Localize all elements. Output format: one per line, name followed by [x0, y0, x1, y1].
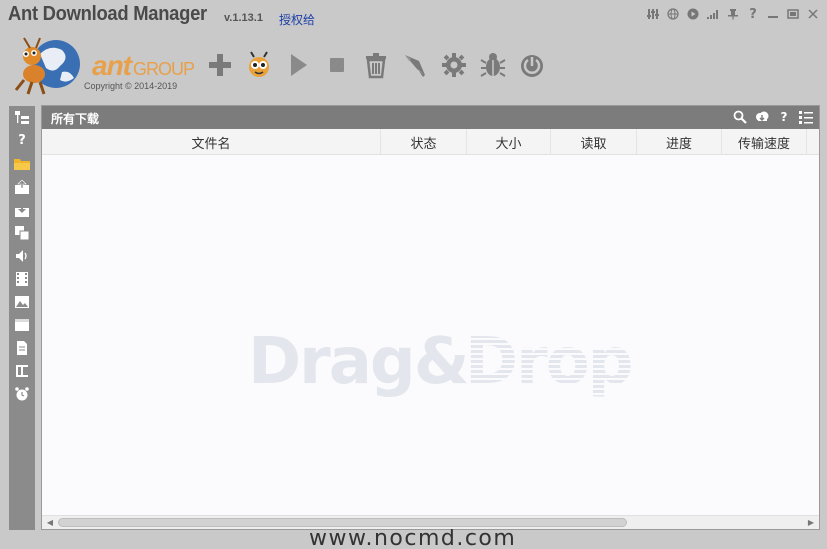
- folder-icon[interactable]: [9, 152, 35, 175]
- trash-icon[interactable]: [356, 44, 395, 86]
- pin-icon[interactable]: [723, 5, 743, 23]
- tree-icon[interactable]: [9, 106, 35, 129]
- audio-icon[interactable]: [9, 244, 35, 267]
- close-icon[interactable]: [803, 5, 823, 23]
- drop-zone[interactable]: Drag& Drop www.nocmd.com: [42, 155, 819, 549]
- brand-group: GROUP: [133, 59, 195, 79]
- downloads-panel: 所有下载 ? 文件名 状态 大小 读取 进度 传输速度 Drag& Drop w…: [41, 105, 820, 549]
- add-icon[interactable]: [200, 44, 239, 86]
- column-speed[interactable]: 传输速度: [722, 129, 807, 155]
- title-bar: Ant Download Manager v.1.13.1 授权给 ?: [0, 0, 827, 32]
- cloud-download-icon[interactable]: [753, 108, 771, 126]
- download-box-icon[interactable]: [9, 198, 35, 221]
- calendar-icon[interactable]: [9, 313, 35, 336]
- brand-logo: ant GROUP: [92, 50, 195, 82]
- globe-icon[interactable]: [663, 5, 683, 23]
- category-sidebar: ?: [9, 106, 35, 530]
- license-link[interactable]: 授权给: [279, 11, 315, 28]
- scrollbar-thumb[interactable]: [58, 518, 627, 527]
- help-icon[interactable]: ?: [9, 129, 35, 152]
- play-circle-icon[interactable]: [683, 5, 703, 23]
- drag-watermark: Drag&: [248, 325, 469, 399]
- column-status[interactable]: 状态: [381, 129, 467, 155]
- alarm-clock-icon[interactable]: [9, 382, 35, 405]
- text-icon[interactable]: [9, 359, 35, 382]
- site-watermark: www.nocmd.com: [309, 526, 517, 549]
- upload-box-icon[interactable]: [9, 175, 35, 198]
- help-icon[interactable]: ?: [743, 5, 763, 23]
- app-title: Ant Download Manager: [8, 3, 207, 25]
- window-controls: ?: [643, 5, 823, 23]
- version-label: v.1.13.1: [224, 12, 263, 24]
- play-icon[interactable]: [278, 44, 317, 86]
- brand-ant: ant: [92, 50, 132, 81]
- speed-meter-icon[interactable]: [703, 5, 723, 23]
- document-icon[interactable]: [9, 336, 35, 359]
- list-view-icon[interactable]: [797, 108, 815, 126]
- minimize-icon[interactable]: [763, 5, 783, 23]
- column-size[interactable]: 大小: [467, 129, 551, 155]
- ant-mascot-icon[interactable]: [239, 44, 278, 86]
- panel-header: 所有下载 ?: [42, 106, 819, 129]
- ant-logo: [10, 34, 84, 96]
- scroll-left-icon[interactable]: ◀: [43, 516, 57, 529]
- rocket-icon[interactable]: [395, 44, 434, 86]
- search-icon[interactable]: [731, 108, 749, 126]
- power-icon[interactable]: [512, 44, 551, 86]
- gear-icon[interactable]: [434, 44, 473, 86]
- column-progress[interactable]: 进度: [637, 129, 722, 155]
- restore-icon[interactable]: [783, 5, 803, 23]
- table-header: 文件名 状态 大小 读取 进度 传输速度: [42, 129, 819, 155]
- image-icon[interactable]: [9, 290, 35, 313]
- bug-icon[interactable]: [473, 44, 512, 86]
- main-toolbar: [200, 44, 551, 86]
- horizontal-scrollbar[interactable]: ◀ ▶: [42, 515, 819, 529]
- help-icon[interactable]: ?: [775, 108, 793, 126]
- column-read[interactable]: 读取: [551, 129, 637, 155]
- panel-header-icons: ?: [731, 108, 815, 126]
- panel-title: 所有下载: [51, 112, 100, 126]
- copy-icon[interactable]: [9, 221, 35, 244]
- drop-watermark: Drop: [465, 325, 633, 399]
- copyright-text: Copyright © 2014-2019: [84, 81, 178, 91]
- column-filename[interactable]: 文件名: [42, 129, 381, 155]
- video-icon[interactable]: [9, 267, 35, 290]
- stop-icon[interactable]: [317, 44, 356, 86]
- sliders-icon[interactable]: [643, 5, 663, 23]
- scroll-right-icon[interactable]: ▶: [804, 516, 818, 529]
